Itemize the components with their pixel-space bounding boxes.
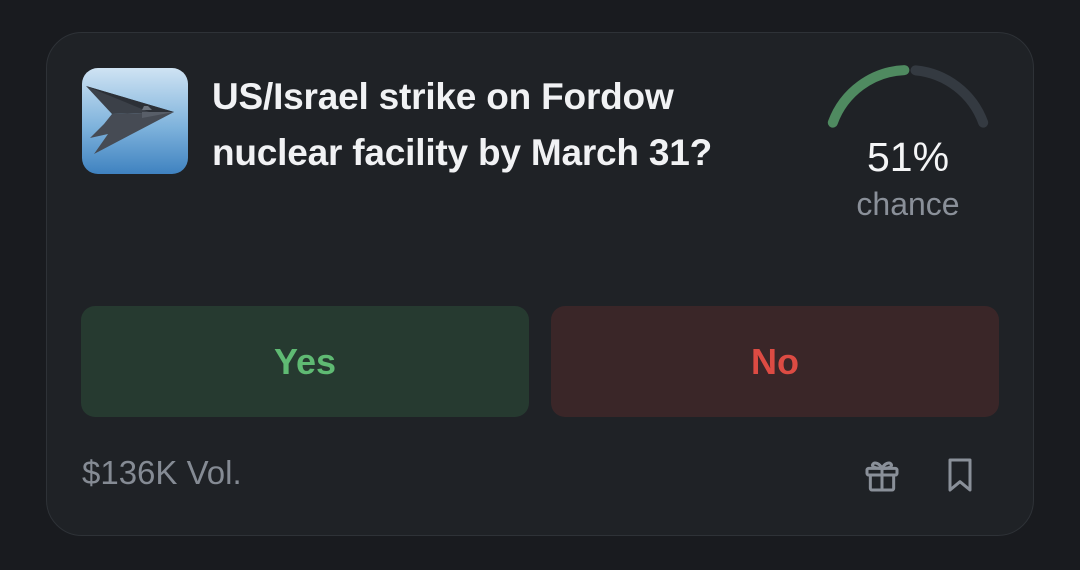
chance-value: 51%	[866, 134, 950, 180]
bookmark-button[interactable]	[938, 453, 982, 497]
gift-button[interactable]	[860, 453, 904, 497]
chance-gauge: 51% chance	[813, 55, 1003, 222]
no-button-label: No	[751, 340, 799, 382]
bookmark-icon	[948, 458, 972, 492]
chance-label: chance	[856, 186, 960, 222]
no-button[interactable]: No	[551, 306, 999, 417]
gift-icon	[865, 461, 899, 492]
yes-button-label: Yes	[273, 340, 337, 382]
gauge-track	[910, 65, 989, 128]
yes-button[interactable]: Yes	[81, 306, 529, 417]
market-thumbnail[interactable]	[82, 68, 188, 174]
gauge-fill	[827, 65, 910, 128]
market-card[interactable]: US/Israel strike on Fordow nuclear facil…	[46, 32, 1034, 536]
chance-arc	[827, 65, 989, 128]
volume-text: $136K Vol.	[82, 454, 242, 491]
market-question[interactable]: US/Israel strike on Fordow nuclear facil…	[212, 69, 787, 181]
stealth-bomber-image	[82, 68, 188, 174]
